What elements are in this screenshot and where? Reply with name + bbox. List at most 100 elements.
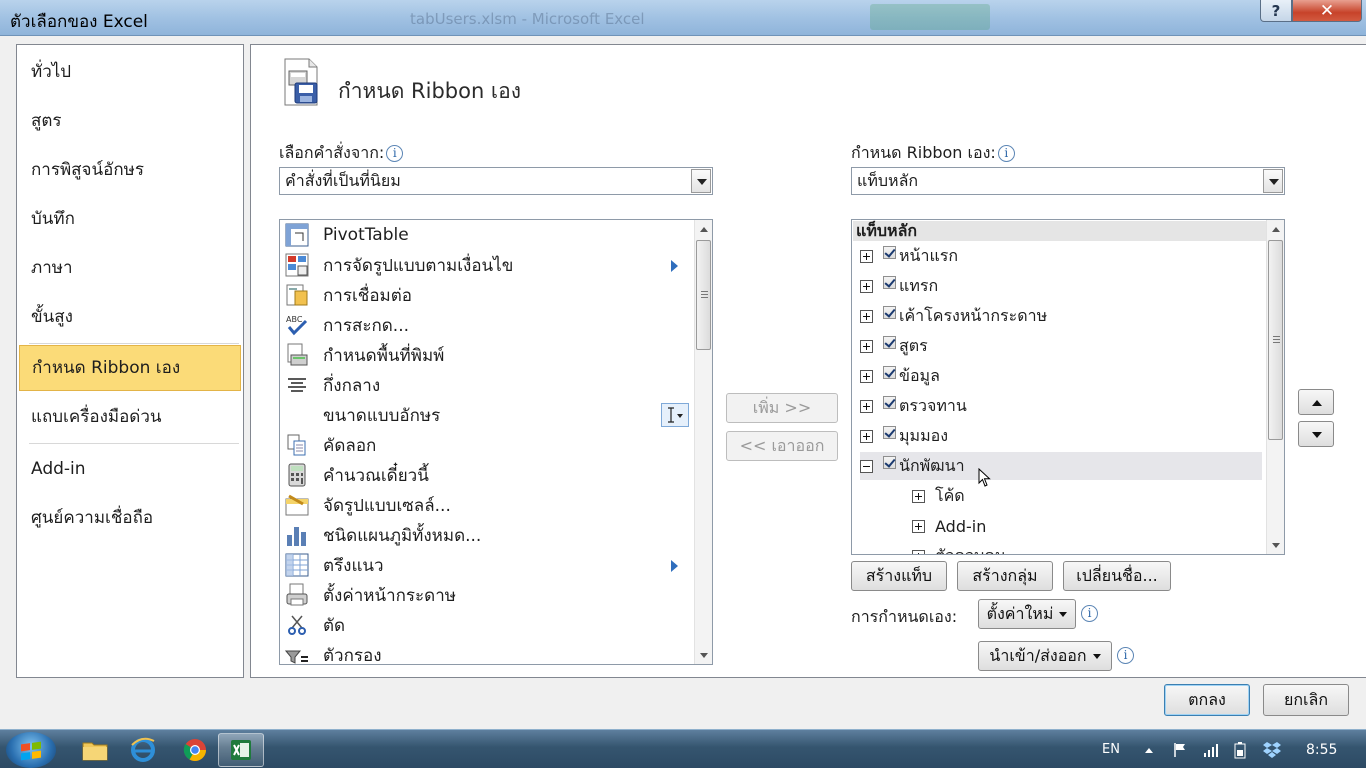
customize-ribbon-select[interactable]: แท็บหลัก (851, 167, 1285, 195)
expand-icon[interactable] (860, 399, 873, 413)
language-indicator[interactable]: EN (1102, 730, 1120, 768)
close-button[interactable]: ✕ (1292, 0, 1362, 22)
ok-button[interactable]: ตกลง (1164, 684, 1250, 716)
reset-dropdown[interactable]: ตั้งค่าใหม่ (978, 599, 1076, 629)
nav-item-add-ins[interactable]: Add-in (19, 446, 241, 492)
tree-item-data[interactable]: ข้อมูล (860, 362, 940, 390)
list-item[interactable]: กึ่งกลาง (280, 370, 380, 400)
tree-item-insert[interactable]: แทรก (860, 272, 938, 300)
scroll-up-icon[interactable] (695, 220, 712, 238)
list-item[interactable]: PivotTable (280, 220, 409, 250)
tree-item-formulas[interactable]: สูตร (860, 332, 928, 360)
scroll-down-icon[interactable] (695, 646, 712, 664)
new-group-button[interactable]: สร้างกลุ่ม (957, 561, 1053, 591)
checkbox[interactable] (883, 275, 896, 289)
expand-icon[interactable] (912, 549, 925, 554)
info-icon[interactable]: i (386, 145, 404, 162)
info-icon[interactable]: i (1117, 647, 1134, 664)
list-item[interactable]: จัดรูปแบบเซลล์... (280, 490, 451, 520)
tree-item-controls[interactable]: ตัวควบคุม (912, 542, 1005, 554)
freeze-panes-icon (283, 551, 311, 579)
chevron-down-icon[interactable] (1263, 169, 1283, 193)
import-export-dropdown[interactable]: นำเข้า/ส่งออก (978, 641, 1112, 671)
scroll-thumb[interactable] (696, 240, 711, 350)
tree-item-add-in[interactable]: Add-in (912, 512, 986, 540)
tree-item-review[interactable]: ตรวจทาน (860, 392, 967, 420)
customizations-label: การกำหนดเอง: (851, 607, 958, 626)
rename-button[interactable]: เปลี่ยนชื่อ... (1063, 561, 1171, 591)
list-item[interactable]: คำนวณเดี๋ยวนี้ (280, 460, 429, 490)
list-item[interactable]: ตัด (280, 610, 345, 640)
ribbon-tabs-tree[interactable]: แท็บหลัก หน้าแรก แทรก เค้าโครงหน้ากระดาษ… (851, 219, 1285, 555)
list-item[interactable]: ABC การสะกด... (280, 310, 409, 340)
network-icon[interactable] (1203, 730, 1219, 768)
checkbox[interactable] (883, 365, 896, 379)
checkbox[interactable] (883, 455, 896, 469)
checkbox[interactable] (883, 305, 896, 319)
checkbox[interactable] (883, 395, 896, 409)
nav-item-language[interactable]: ภาษา (19, 245, 241, 291)
scroll-up-icon[interactable] (1267, 220, 1284, 238)
battery-icon[interactable] (1232, 730, 1248, 768)
tree-item-developer[interactable]: นักพัฒนา (860, 452, 1262, 487)
commands-scrollbar[interactable] (694, 220, 712, 664)
tree-item-page-layout[interactable]: เค้าโครงหน้ากระดาษ (860, 302, 1047, 330)
new-tab-button[interactable]: สร้างแท็บ (851, 561, 947, 591)
choose-commands-select[interactable]: คำสั่งที่เป็นที่นิยม (279, 167, 713, 195)
list-item[interactable]: คัดลอก (280, 430, 376, 460)
expand-icon[interactable] (860, 249, 873, 263)
help-button[interactable]: ? (1260, 0, 1292, 22)
info-icon[interactable]: i (1081, 605, 1098, 622)
commands-list[interactable]: PivotTable การจัดรูปแบบตามเงื่อนไข การเช… (279, 219, 713, 665)
expand-icon[interactable] (860, 429, 873, 443)
action-center-flag-icon[interactable] (1172, 730, 1188, 768)
expand-icon[interactable] (860, 309, 873, 323)
expand-icon[interactable] (860, 369, 873, 383)
list-item[interactable]: ขนาดแบบอักษร (280, 400, 694, 430)
cancel-button[interactable]: ยกเลิก (1263, 684, 1349, 716)
list-item[interactable]: กำหนดพื้นที่พิมพ์ (280, 340, 444, 370)
expand-icon[interactable] (860, 279, 873, 293)
list-item[interactable]: ตัวกรอง (280, 640, 382, 664)
remove-button[interactable]: << เอาออก (726, 431, 838, 461)
nav-item-save[interactable]: บันทึก (19, 196, 241, 242)
checkbox[interactable] (883, 245, 896, 259)
nav-item-trust-center[interactable]: ศูนย์ความเชื่อถือ (19, 495, 241, 541)
add-button[interactable]: เพิ่ม >> (726, 393, 838, 423)
nav-item-general[interactable]: ทั่วไป (19, 49, 241, 95)
nav-item-proofing[interactable]: การพิสูจน์อักษร (19, 147, 241, 193)
scroll-thumb[interactable] (1268, 240, 1283, 440)
list-item[interactable]: การเชื่อมต่อ (280, 280, 412, 310)
nav-item-formulas[interactable]: สูตร (19, 98, 241, 144)
info-icon[interactable]: i (997, 145, 1015, 162)
show-hidden-icons-icon[interactable] (1144, 730, 1154, 768)
tree-item-home[interactable]: หน้าแรก (860, 242, 958, 270)
expand-icon[interactable] (912, 519, 925, 533)
explorer-icon[interactable] (72, 733, 118, 767)
clock[interactable]: 8:55 (1306, 730, 1337, 768)
nav-item-quick-access-toolbar[interactable]: แถบเครื่องมือด่วน (19, 394, 241, 440)
tree-item-view[interactable]: มุมมอง (860, 422, 948, 450)
scroll-down-icon[interactable] (1267, 536, 1284, 554)
expand-icon[interactable] (860, 339, 873, 353)
start-button[interactable] (6, 732, 56, 768)
list-item[interactable]: ตรึงแนว (280, 550, 384, 580)
expand-icon[interactable] (912, 489, 925, 503)
move-up-button[interactable] (1298, 389, 1334, 415)
tree-item-code[interactable]: โค้ด (912, 482, 965, 510)
list-item[interactable]: ชนิดแผนภูมิทั้งหมด... (280, 520, 481, 550)
list-item[interactable]: การจัดรูปแบบตามเงื่อนไข (280, 250, 513, 280)
internet-explorer-icon[interactable] (120, 733, 166, 767)
nav-item-advanced[interactable]: ขั้นสูง (19, 294, 241, 340)
tree-scrollbar[interactable] (1266, 220, 1284, 554)
checkbox[interactable] (883, 335, 896, 349)
move-down-button[interactable] (1298, 421, 1334, 447)
chrome-icon[interactable] (172, 733, 218, 767)
nav-item-customize-ribbon[interactable]: กำหนด Ribbon เอง (19, 345, 241, 391)
excel-icon[interactable] (218, 733, 264, 767)
checkbox[interactable] (883, 425, 896, 439)
chevron-down-icon[interactable] (691, 169, 711, 193)
list-item[interactable]: ตั้งค่าหน้ากระดาษ (280, 580, 456, 610)
collapse-icon[interactable] (860, 459, 873, 473)
dropbox-icon[interactable] (1262, 730, 1282, 768)
